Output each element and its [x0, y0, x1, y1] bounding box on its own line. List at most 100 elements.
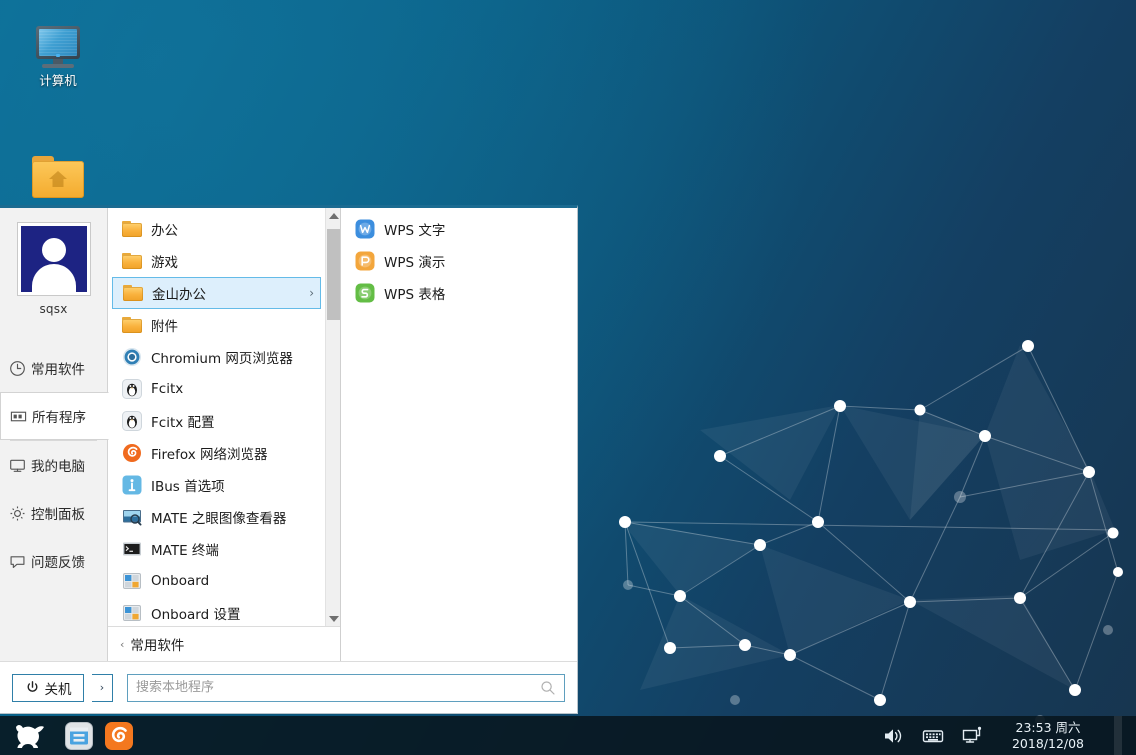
scrollbar-thumb[interactable] — [327, 229, 340, 320]
submenu-item-label: WPS 表格 — [384, 287, 446, 303]
show-desktop-button[interactable] — [1114, 716, 1122, 755]
list-item-label: MATE 之眼图像查看器 — [151, 511, 287, 527]
wps-writer-icon — [355, 219, 375, 239]
sidebar-item-label: 我的电脑 — [31, 459, 85, 475]
search-box[interactable] — [127, 673, 565, 702]
chevron-left-icon: ‹ — [120, 637, 125, 651]
power-icon — [26, 681, 38, 692]
ibus-info-icon — [122, 475, 142, 495]
taskbar-clock[interactable]: 23:53 周六 2018/12/08 — [1002, 720, 1088, 752]
onboard-keyboard-icon — [123, 605, 141, 621]
taskbar: 23:53 周六 2018/12/08 — [0, 716, 1136, 755]
keyboard-icon[interactable] — [922, 726, 944, 746]
monitor-icon — [10, 459, 25, 472]
wps-spreadsheet-icon — [355, 283, 375, 303]
list-footer-label: 常用软件 — [130, 638, 185, 654]
computer-monitor-icon — [34, 26, 82, 70]
sidebar-item-my-computer[interactable]: 我的电脑 — [0, 441, 107, 489]
list-item-label: Fcitx — [151, 381, 184, 397]
sidebar-item-frequent[interactable]: 常用软件 — [0, 344, 107, 392]
list-item-label: Firefox 网络浏览器 — [151, 447, 268, 463]
user-avatar-icon — [20, 226, 87, 292]
list-item-label: MATE 终端 — [151, 543, 219, 559]
system-tray: 23:53 周六 2018/12/08 — [882, 716, 1136, 755]
clock-time: 23:53 周六 — [1015, 719, 1081, 735]
submenu-panel: WPS 文字 WPS 演示 WPS 表格 — [341, 208, 577, 661]
username-label: sqsx — [39, 302, 68, 316]
taskbar-launchers — [58, 721, 134, 751]
scroll-up-button[interactable] — [326, 208, 341, 223]
terminal-icon — [123, 542, 141, 556]
sidebar-item-feedback[interactable]: 问题反馈 — [0, 537, 107, 585]
list-item-fcitx[interactable]: Fcitx — [112, 373, 321, 405]
scroll-down-button[interactable] — [326, 611, 341, 626]
shutdown-label: 关机 — [44, 681, 72, 698]
fcitx-penguin-icon — [122, 379, 142, 399]
folder-icon — [122, 317, 142, 333]
submenu-item-wps-writer[interactable]: WPS 文字 — [345, 213, 573, 245]
start-menu-bottom-bar: 关机 › — [0, 661, 577, 713]
folder-icon — [122, 221, 142, 237]
list-item-label: Fcitx 配置 — [151, 415, 215, 431]
list-item-chromium[interactable]: Chromium 网页浏览器 — [112, 341, 321, 373]
application-list: 办公 游戏 金山办公 › 附件 Chromium 网页浏览器 Fcitx Fci… — [108, 208, 325, 626]
application-list-column: 办公 游戏 金山办公 › 附件 Chromium 网页浏览器 Fcitx Fci… — [108, 208, 341, 661]
fcitx-penguin-icon — [122, 411, 142, 431]
submenu-item-wps-spreadsheet[interactable]: WPS 表格 — [345, 277, 573, 309]
start-menu-body: sqsx 常用软件 所有程序 我的电脑 控制面板 问题反馈 办公 游戏 金山办公… — [0, 208, 577, 661]
clock-icon — [10, 360, 25, 376]
list-item-label: 游戏 — [151, 255, 178, 271]
desktop-icon-computer[interactable]: 计算机 — [12, 26, 104, 88]
list-item-wps-office[interactable]: 金山办公 › — [112, 277, 321, 309]
file-manager-icon[interactable] — [64, 721, 94, 751]
submenu-item-label: WPS 文字 — [384, 223, 446, 239]
list-item-ibus[interactable]: IBus 首选项 — [112, 469, 321, 501]
folder-icon — [123, 285, 143, 301]
list-item[interactable]: 办公 — [112, 213, 321, 245]
list-item-label: 附件 — [151, 319, 178, 335]
sidebar-item-label: 控制面板 — [31, 507, 85, 523]
application-list-wrapper: 办公 游戏 金山办公 › 附件 Chromium 网页浏览器 Fcitx Fci… — [108, 208, 340, 626]
list-item-label: Onboard — [151, 573, 210, 589]
start-menu: sqsx 常用软件 所有程序 我的电脑 控制面板 问题反馈 办公 游戏 金山办公… — [0, 205, 578, 714]
list-item[interactable]: 游戏 — [112, 245, 321, 277]
home-folder-icon — [32, 156, 84, 198]
list-item-label: 办公 — [151, 223, 178, 239]
feedback-bubble-icon — [10, 555, 25, 568]
list-item-onboard[interactable]: Onboard — [112, 565, 321, 597]
desktop-icon-home[interactable] — [12, 156, 104, 201]
list-item[interactable]: 附件 — [112, 309, 321, 341]
sidebar-item-label: 常用软件 — [31, 362, 85, 378]
list-item-fcitx-config[interactable]: Fcitx 配置 — [112, 405, 321, 437]
search-input[interactable] — [136, 680, 540, 695]
start-button[interactable] — [0, 716, 58, 755]
search-icon[interactable] — [540, 680, 556, 696]
avatar[interactable] — [16, 222, 91, 296]
firefox-icon — [123, 444, 141, 462]
shutdown-more-button[interactable]: › — [92, 673, 113, 702]
firefox-icon[interactable] — [104, 721, 134, 751]
shutdown-button[interactable]: 关机 — [12, 673, 84, 702]
sidebar-item-control-panel[interactable]: 控制面板 — [0, 489, 107, 537]
chromium-icon — [123, 348, 141, 366]
gear-icon — [10, 506, 25, 520]
eog-image-viewer-icon — [123, 510, 142, 526]
submenu-item-wps-presentation[interactable]: WPS 演示 — [345, 245, 573, 277]
grid-icon — [10, 411, 27, 421]
application-list-scrollbar[interactable] — [325, 208, 340, 626]
clock-date: 2018/12/08 — [1011, 735, 1085, 751]
sidebar-item-label: 问题反馈 — [31, 555, 85, 571]
chevron-right-icon: › — [99, 681, 105, 694]
list-item-label: 金山办公 — [152, 287, 206, 303]
list-footer-back[interactable]: ‹ 常用软件 — [108, 626, 340, 661]
list-item-terminal[interactable]: MATE 终端 — [112, 533, 321, 565]
list-item-onboard-settings[interactable]: Onboard 设置 — [112, 597, 321, 626]
network-icon[interactable] — [962, 726, 984, 746]
kylin-fox-logo-icon — [16, 724, 44, 748]
list-item-eog[interactable]: MATE 之眼图像查看器 — [112, 501, 321, 533]
desktop-screen: 计算机 sqsx 常用软件 所有程序 我的电脑 控制面板 问题反馈 办公 游戏 … — [0, 0, 1136, 755]
list-item-firefox[interactable]: Firefox 网络浏览器 — [112, 437, 321, 469]
sidebar-item-all-programs[interactable]: 所有程序 — [0, 392, 109, 440]
chevron-right-icon: › — [309, 286, 314, 300]
volume-icon[interactable] — [882, 726, 904, 746]
